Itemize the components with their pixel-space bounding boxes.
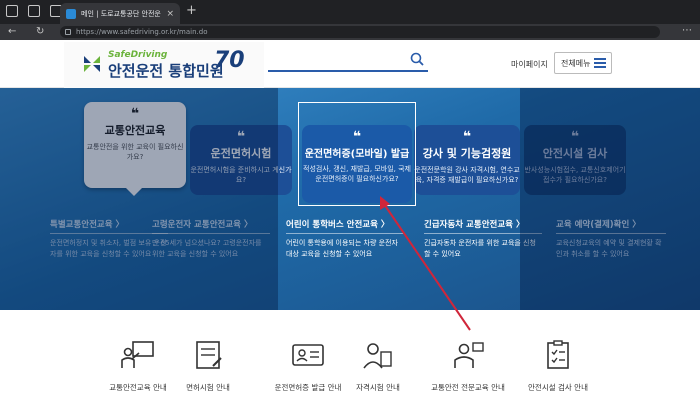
logo-korean: 안전운전 통합민원 — [108, 62, 224, 80]
url-text: https://www.safedriving.or.kr/main.do — [76, 28, 208, 36]
quick-item-license-exam[interactable]: 면허시험 안내 — [158, 340, 258, 393]
anniversary-70-logo: 70 — [214, 48, 245, 73]
window-controls — [6, 5, 62, 17]
quick-item-label: 안전시설 검사 안내 — [528, 383, 588, 392]
quick-item-qualification-exam[interactable]: 자격시험 안내 — [328, 340, 428, 393]
quick-item-label: 자격시험 안내 — [356, 383, 400, 392]
quick-item-professional-education[interactable]: 교통안전 전문교육 안내 — [418, 340, 518, 393]
quick-item-label: 교통안전 전문교육 안내 — [431, 383, 505, 392]
lecture-icon — [121, 341, 154, 368]
site-header: SafeDriving 안전운전 통합민원 70 마이페이지 전체메뉴 — [0, 40, 700, 88]
quick-item-facility-inspection[interactable]: 안전시설 검사 안내 — [508, 340, 608, 393]
back-button[interactable]: ← — [8, 25, 16, 39]
card-instructor-examiner[interactable]: ❝ 강사 및 기능검정원 운전전문학원 강사 자격시험, 연수교육, 자격증 재… — [414, 125, 520, 195]
card-title: 강사 및 기능검정원 — [422, 147, 512, 160]
hero-section: ❝ 교통안전교육 교통안전을 위한 교육이 필요하신가요? ❝ 운전면허시험 운… — [0, 88, 700, 310]
all-menu-button[interactable]: 전체메뉴 — [554, 52, 612, 74]
highlight-box — [298, 102, 416, 206]
browser-tab[interactable]: 메인 | 도로교통공단 안전운전 통 × — [60, 3, 180, 24]
license-card-icon — [292, 344, 324, 366]
hamburger-icon — [594, 58, 607, 68]
search-icon[interactable] — [410, 52, 424, 66]
spotlight-overlay-right — [520, 88, 700, 310]
browser-tabbar: 메인 | 도로교통공단 안전운전 통 × + — [0, 0, 700, 24]
collections-icon[interactable] — [28, 5, 40, 17]
exam-icon — [196, 341, 222, 369]
spotlight-overlay-left — [0, 88, 278, 310]
new-tab-button[interactable]: + — [186, 4, 197, 18]
quick-menu: 교통안전교육 안내 면허시험 안내 운전면허증 발급 안내 자격시험 안내 교통… — [0, 310, 700, 404]
card-desc: 운전전문학원 강사 자격시험, 연수교육, 자격증 재발급이 필요하신가요? — [414, 166, 520, 184]
certificate-exam-icon — [363, 343, 392, 369]
all-menu-label: 전체메뉴 — [561, 58, 591, 68]
subitem-desc: 어린이 통학용에 이용되는 차량 운전자 대상 교육을 신청할 수 있어요 — [286, 239, 398, 258]
reload-button[interactable]: ↻ — [36, 25, 44, 39]
tab-title: 메인 | 도로교통공단 안전운전 통 — [81, 9, 161, 18]
site-logo[interactable]: SafeDriving 안전운전 통합민원 70 — [64, 42, 264, 88]
lock-icon — [65, 29, 71, 35]
quick-item-label: 면허시험 안내 — [186, 383, 230, 392]
logo-english: SafeDriving — [108, 50, 168, 60]
address-bar-row: ← ↻ https://www.safedriving.or.kr/main.d… — [0, 24, 700, 40]
quote-icon: ❝ — [462, 129, 472, 145]
school-bus-education-link[interactable]: 어린이 통학버스 안전교육 〉 어린이 통학용에 이용되는 차량 운전자 대상 … — [286, 218, 404, 260]
tab-close-button[interactable]: × — [166, 9, 174, 19]
subitem-title: 어린이 통학버스 안전교육 〉 — [286, 218, 404, 234]
instructor-icon — [454, 342, 484, 368]
checklist-icon — [547, 340, 569, 369]
browser-menu-button[interactable]: ⋯ — [682, 25, 692, 36]
safedriving-logo-icon — [84, 56, 100, 72]
mypage-link[interactable]: 마이페이지 — [511, 59, 548, 70]
profile-icon[interactable] — [6, 5, 18, 17]
search-input[interactable] — [268, 70, 428, 72]
favicon-icon — [66, 8, 76, 19]
url-field[interactable]: https://www.safedriving.or.kr/main.do — [60, 26, 660, 38]
